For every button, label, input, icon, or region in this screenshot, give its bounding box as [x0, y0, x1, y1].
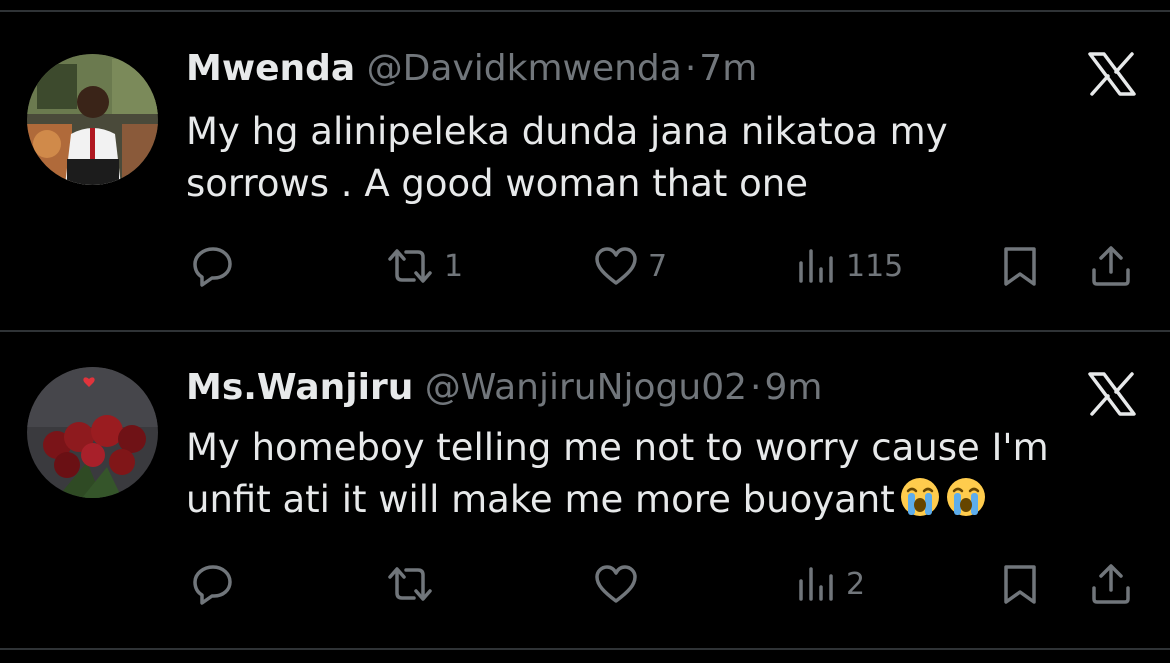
- separator-dot: ·: [750, 367, 762, 408]
- tweet[interactable]: Mwenda @Davidkmwenda·7m My hg alinipelek…: [0, 0, 1170, 330]
- repost-count: 1: [444, 248, 464, 284]
- reply-button[interactable]: [190, 560, 244, 608]
- views-bar-chart-icon: [799, 249, 833, 283]
- bookmark-icon: [1004, 565, 1036, 604]
- share-icon: [1092, 564, 1130, 604]
- tweet-text-line: My hg alinipeleka dunda jana nikatoa my: [186, 110, 948, 153]
- share-icon: [1092, 246, 1130, 286]
- tweet-text-line: sorrows . A good woman that one: [186, 162, 808, 205]
- tweet-header: Mwenda @Davidkmwenda·7m: [186, 47, 757, 91]
- repost-button[interactable]: [384, 560, 444, 608]
- bottom-divider: [0, 648, 1170, 650]
- loudly-crying-face-emoji: [945, 476, 987, 518]
- heart-icon: [595, 247, 637, 285]
- bookmark-button[interactable]: [998, 242, 1042, 290]
- like-button[interactable]: 7: [592, 242, 667, 290]
- avatar[interactable]: [27, 54, 158, 185]
- tweet[interactable]: Ms.Wanjiru @WanjiruNjogu02·9m My homeboy…: [0, 332, 1170, 650]
- tweet-text-line: My homeboy telling me not to worry cause…: [186, 426, 1049, 469]
- views-button[interactable]: 2: [794, 560, 865, 608]
- repost-button[interactable]: 1: [384, 242, 463, 290]
- repost-icon: [388, 567, 432, 601]
- bookmark-icon: [1004, 247, 1036, 286]
- share-button[interactable]: [1088, 560, 1134, 608]
- display-name[interactable]: Ms.Wanjiru: [186, 367, 413, 408]
- share-button[interactable]: [1088, 242, 1134, 290]
- timestamp[interactable]: 7m: [699, 48, 757, 89]
- tweet-header: Ms.Wanjiru @WanjiruNjogu02·9m: [186, 366, 822, 410]
- x-logo-icon[interactable]: [1082, 44, 1142, 104]
- action-bar: 2: [186, 560, 1146, 608]
- like-button[interactable]: [592, 560, 648, 608]
- views-button[interactable]: 115: [794, 242, 903, 290]
- separator-dot: ·: [684, 48, 697, 89]
- views-count: 2: [846, 566, 866, 602]
- timestamp[interactable]: 9m: [764, 367, 822, 408]
- x-logo-icon[interactable]: [1082, 364, 1142, 424]
- views-bar-chart-icon: [799, 567, 833, 601]
- user-handle[interactable]: @WanjiruNjogu02: [425, 367, 747, 408]
- loudly-crying-face-emoji: [899, 476, 941, 518]
- bookmark-button[interactable]: [998, 560, 1042, 608]
- avatar[interactable]: [27, 367, 158, 498]
- views-count: 115: [846, 248, 904, 284]
- display-name[interactable]: Mwenda: [186, 48, 355, 89]
- action-bar: 1 7 115: [186, 242, 1146, 290]
- reply-icon: [193, 565, 232, 605]
- tweet-text: My homeboy telling me not to worry cause…: [186, 422, 1126, 526]
- reply-button[interactable]: [190, 242, 244, 290]
- tweet-text-line: unfit ati it will make me more buoyant: [186, 478, 895, 521]
- heart-icon: [595, 565, 637, 603]
- like-count: 7: [648, 248, 668, 284]
- tweet-text-line: unfit ati it will make me more buoyant: [186, 474, 1126, 526]
- tweet-text: My hg alinipeleka dunda jana nikatoa my …: [186, 106, 1126, 210]
- repost-icon: [388, 249, 432, 283]
- reply-icon: [193, 247, 232, 287]
- user-handle[interactable]: @Davidkmwenda: [367, 48, 682, 89]
